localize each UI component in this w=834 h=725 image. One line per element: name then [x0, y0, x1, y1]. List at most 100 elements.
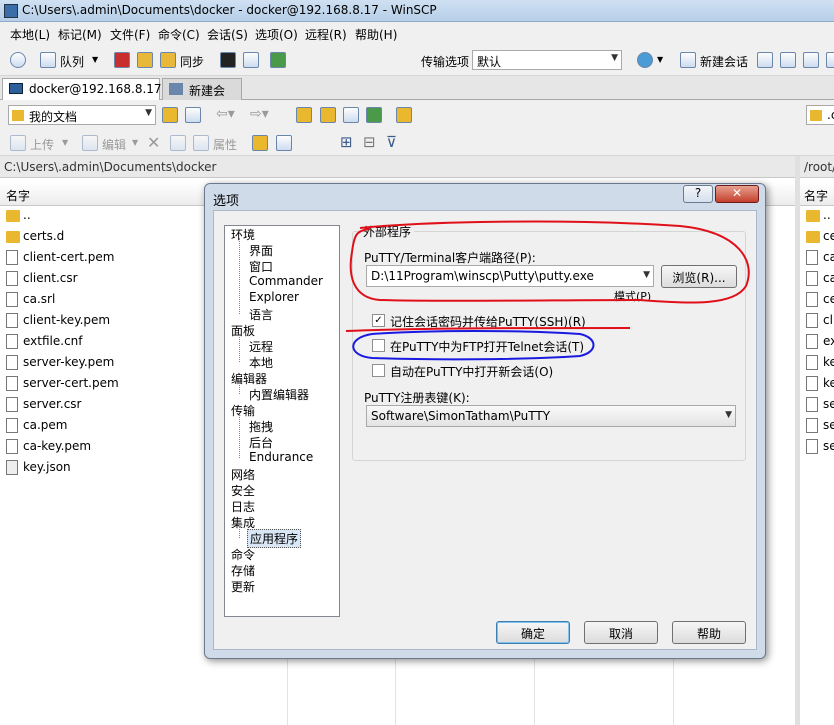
menu-file[interactable]: 文件(F): [110, 26, 150, 43]
menu-remote[interactable]: 远程(R): [305, 26, 347, 43]
browse-button[interactable]: 浏览(R)...: [661, 265, 737, 288]
edit-button[interactable]: 编辑: [102, 136, 126, 153]
filter-icon[interactable]: ⊽: [386, 133, 397, 151]
new-folder-icon[interactable]: [252, 135, 268, 151]
menu-help[interactable]: 帮助(H): [355, 26, 397, 43]
remote-file-list[interactable]: .. ce ca ca ce cli ex ke ke se se se: [800, 206, 834, 725]
tree-item-endurance[interactable]: Endurance: [249, 450, 313, 464]
console-icon[interactable]: [220, 52, 236, 68]
tree-item-explorer[interactable]: Explorer: [249, 290, 299, 304]
chevron-down-icon[interactable]: ▼: [92, 55, 98, 64]
menu-mark[interactable]: 标记(M): [58, 26, 102, 43]
sync-button[interactable]: 同步: [180, 53, 204, 70]
properties-button[interactable]: 属性: [213, 136, 237, 153]
remember-password-checkbox[interactable]: ✓: [372, 314, 385, 327]
globe-icon[interactable]: [637, 52, 653, 68]
tree-item-updates[interactable]: 更新: [231, 578, 255, 595]
preferences-icon[interactable]: [10, 52, 26, 68]
help-button[interactable]: 帮助: [672, 621, 746, 644]
open-new-session-checkbox[interactable]: [372, 364, 385, 377]
edit-icon[interactable]: [82, 135, 98, 151]
chevron-down-icon[interactable]: ▼: [62, 138, 68, 147]
properties-icon[interactable]: [193, 135, 209, 151]
putty-icon[interactable]: [243, 52, 259, 68]
dialog-help-button[interactable]: ?: [683, 185, 713, 203]
tree-item-commands[interactable]: 命令: [231, 546, 255, 563]
close-session-icon[interactable]: [780, 52, 796, 68]
menu-local[interactable]: 本地(L): [10, 26, 50, 43]
chevron-down-icon[interactable]: ▼: [132, 138, 138, 147]
tree-item-editors[interactable]: 编辑器: [231, 370, 267, 387]
remote-name-column[interactable]: 名字: [804, 189, 828, 203]
remote-path-bar: /root/: [800, 156, 834, 178]
home-icon[interactable]: [343, 107, 359, 123]
cancel-button[interactable]: 取消: [584, 621, 658, 644]
tree-lines: [239, 526, 247, 538]
tree-item-network[interactable]: 网络: [231, 466, 255, 483]
open-directory-icon[interactable]: [162, 107, 178, 123]
tree-item-background[interactable]: 后台: [249, 434, 273, 451]
remote-directory-select[interactable]: .c: [806, 105, 834, 125]
remember-password-label[interactable]: 记住会话密码并传给PuTTY(SSH)(R): [390, 313, 586, 330]
tree-item-applications[interactable]: 应用程序: [247, 529, 302, 548]
refresh-icon[interactable]: [366, 107, 382, 123]
refresh-icon[interactable]: [270, 52, 286, 68]
delete-icon[interactable]: ✕: [147, 133, 160, 152]
ok-button[interactable]: 确定: [496, 621, 570, 644]
back-icon[interactable]: ⇦▾: [216, 106, 235, 122]
unselect-all-icon[interactable]: ⊟: [363, 133, 376, 151]
find-files-icon[interactable]: [396, 107, 412, 123]
queue-button[interactable]: 队列: [60, 53, 84, 70]
chevron-down-icon[interactable]: ▼: [657, 55, 663, 64]
upload-icon[interactable]: [10, 135, 26, 151]
file-icon: [6, 271, 18, 286]
tree-item-remote[interactable]: 远程: [249, 338, 273, 355]
telnet-for-ftp-label[interactable]: 在PuTTY中为FTP打开Telnet会话(T): [390, 338, 584, 355]
tree-item-commander[interactable]: Commander: [249, 274, 323, 288]
sync-icon[interactable]: [160, 52, 176, 68]
file-icon: [6, 250, 18, 265]
new-session-icon[interactable]: [680, 52, 696, 68]
pattern-label[interactable]: 模式(P): [614, 288, 651, 304]
putty-path-input[interactable]: D:\11Program\winscp\Putty\putty.exe ▼: [366, 265, 654, 287]
tree-item-storage[interactable]: 存储: [231, 562, 255, 579]
open-new-session-label[interactable]: 自动在PuTTY中打开新会话(O): [390, 363, 553, 380]
tree-item-drag-drop[interactable]: 拖拽: [249, 418, 273, 435]
tree-lines: [239, 382, 247, 394]
root-directory-icon[interactable]: [320, 107, 336, 123]
sessions-icon[interactable]: [757, 52, 773, 68]
transfer-settings-select[interactable]: 默认 ▼: [472, 50, 622, 70]
save-session-icon[interactable]: [803, 52, 819, 68]
new-session-button[interactable]: 新建会话: [700, 53, 748, 70]
remote-column-header[interactable]: 名字: [800, 182, 834, 206]
tree-item-interface[interactable]: 界面: [249, 242, 273, 259]
tree-item-logging[interactable]: 日志: [231, 498, 255, 515]
tab-session[interactable]: docker@192.168.8.17: [2, 78, 162, 100]
menu-options[interactable]: 选项(O): [255, 26, 298, 43]
telnet-for-ftp-checkbox[interactable]: [372, 339, 385, 352]
local-name-column[interactable]: 名字: [6, 189, 30, 203]
registry-key-select[interactable]: Software\SimonTatham\PuTTY ▼: [366, 405, 736, 427]
tree-item-security[interactable]: 安全: [231, 482, 255, 499]
new-file-icon[interactable]: [276, 135, 292, 151]
filter-icon[interactable]: [185, 107, 201, 123]
select-all-icon[interactable]: ⊞: [340, 133, 353, 151]
tree-item-local[interactable]: 本地: [249, 354, 273, 371]
parent-directory-icon[interactable]: [296, 107, 312, 123]
dialog-close-button[interactable]: ✕: [715, 185, 759, 203]
tab-new-session[interactable]: 新建会话: [162, 78, 242, 115]
tree-item-language[interactable]: 语言: [249, 306, 273, 323]
menu-session[interactable]: 会话(S): [207, 26, 248, 43]
synchronize-browsing-icon[interactable]: [137, 52, 153, 68]
upload-button[interactable]: 上传: [30, 136, 54, 153]
compare-icon[interactable]: [114, 52, 130, 68]
menu-command[interactable]: 命令(C): [158, 26, 200, 43]
local-directory-select[interactable]: 我的文档 ▼: [8, 105, 156, 125]
forward-icon[interactable]: ⇨▾: [250, 106, 269, 122]
sites-icon[interactable]: [826, 52, 834, 68]
rename-icon[interactable]: [170, 135, 186, 151]
tree-item-internal-editor[interactable]: 内置编辑器: [249, 386, 309, 403]
options-tree[interactable]: 环境 界面 窗口 Commander Explorer 语言 面板 远程 本地 …: [224, 225, 340, 617]
tree-item-window[interactable]: 窗口: [249, 258, 273, 275]
queue-icon[interactable]: [40, 52, 56, 68]
